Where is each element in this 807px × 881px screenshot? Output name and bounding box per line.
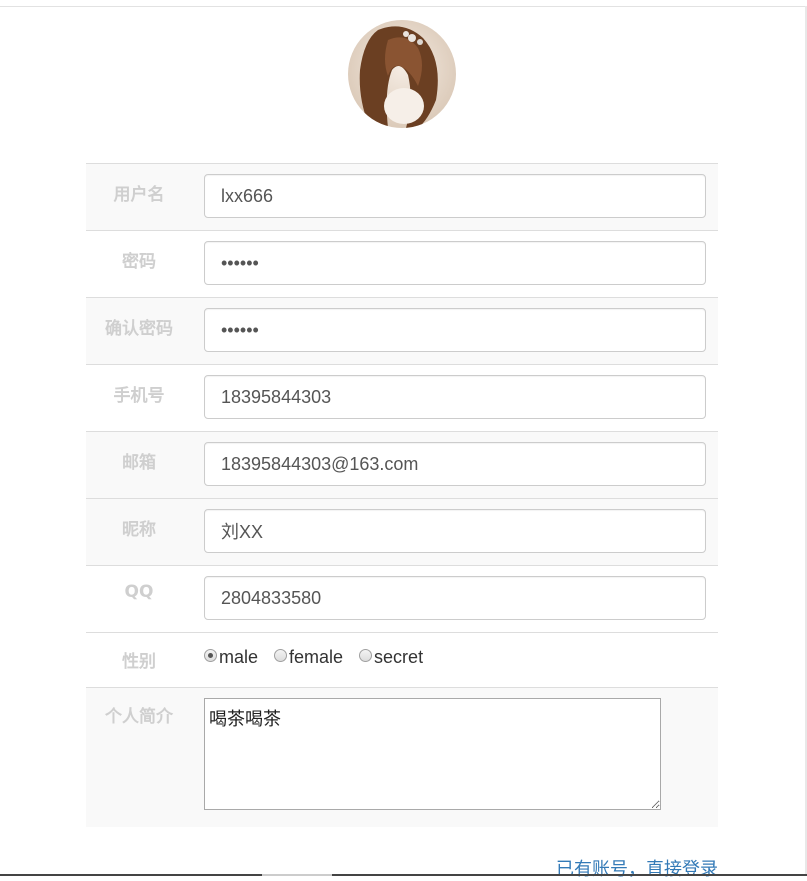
radio-secret[interactable]	[359, 649, 373, 662]
confirm-password-label: 确认密码	[86, 297, 192, 365]
username-input[interactable]	[204, 174, 706, 218]
nickname-label: 昵称	[86, 498, 192, 566]
qq-row: QQ	[86, 565, 718, 633]
gender-label: 性别	[86, 632, 192, 688]
radio-secret-label: secret	[374, 647, 424, 667]
bio-textarea[interactable]: 喝茶喝茶	[204, 698, 661, 810]
phone-input[interactable]	[204, 375, 706, 419]
gender-row: 性别 male female secret	[86, 632, 718, 688]
username-label: 用户名	[86, 163, 192, 231]
avatar[interactable]	[348, 20, 456, 128]
gender-radio-group: male female secret	[204, 643, 718, 668]
email-label: 邮箱	[86, 431, 192, 499]
radio-female[interactable]	[274, 649, 288, 662]
nickname-input[interactable]	[204, 509, 706, 553]
password-row: 密码	[86, 230, 718, 298]
register-form: 用户名 密码 确认密码 手机号 邮箱 昵称 QQ 性别 male	[86, 163, 718, 827]
email-row: 邮箱	[86, 431, 718, 499]
confirm-password-input[interactable]	[204, 308, 706, 352]
phone-row: 手机号	[86, 364, 718, 432]
radio-male-label: male	[219, 647, 259, 667]
gender-option-female[interactable]: female	[274, 647, 343, 668]
login-link[interactable]: 已有账号，直接登录	[556, 855, 718, 881]
email-input[interactable]	[204, 442, 706, 486]
radio-female-label: female	[289, 647, 344, 667]
username-row: 用户名	[86, 163, 718, 231]
bio-label: 个人简介	[86, 687, 192, 827]
nickname-row: 昵称	[86, 498, 718, 566]
gender-option-secret[interactable]: secret	[359, 647, 423, 668]
gender-option-male[interactable]: male	[204, 647, 258, 668]
password-input[interactable]	[204, 241, 706, 285]
bio-row: 个人简介 喝茶喝茶	[86, 687, 718, 827]
confirm-password-row: 确认密码	[86, 297, 718, 365]
password-label: 密码	[86, 230, 192, 298]
qq-input[interactable]	[204, 576, 706, 620]
radio-male[interactable]	[204, 649, 217, 662]
phone-label: 手机号	[86, 364, 192, 432]
qq-label: QQ	[86, 565, 192, 633]
top-border	[0, 6, 807, 7]
avatar-image	[348, 20, 456, 128]
